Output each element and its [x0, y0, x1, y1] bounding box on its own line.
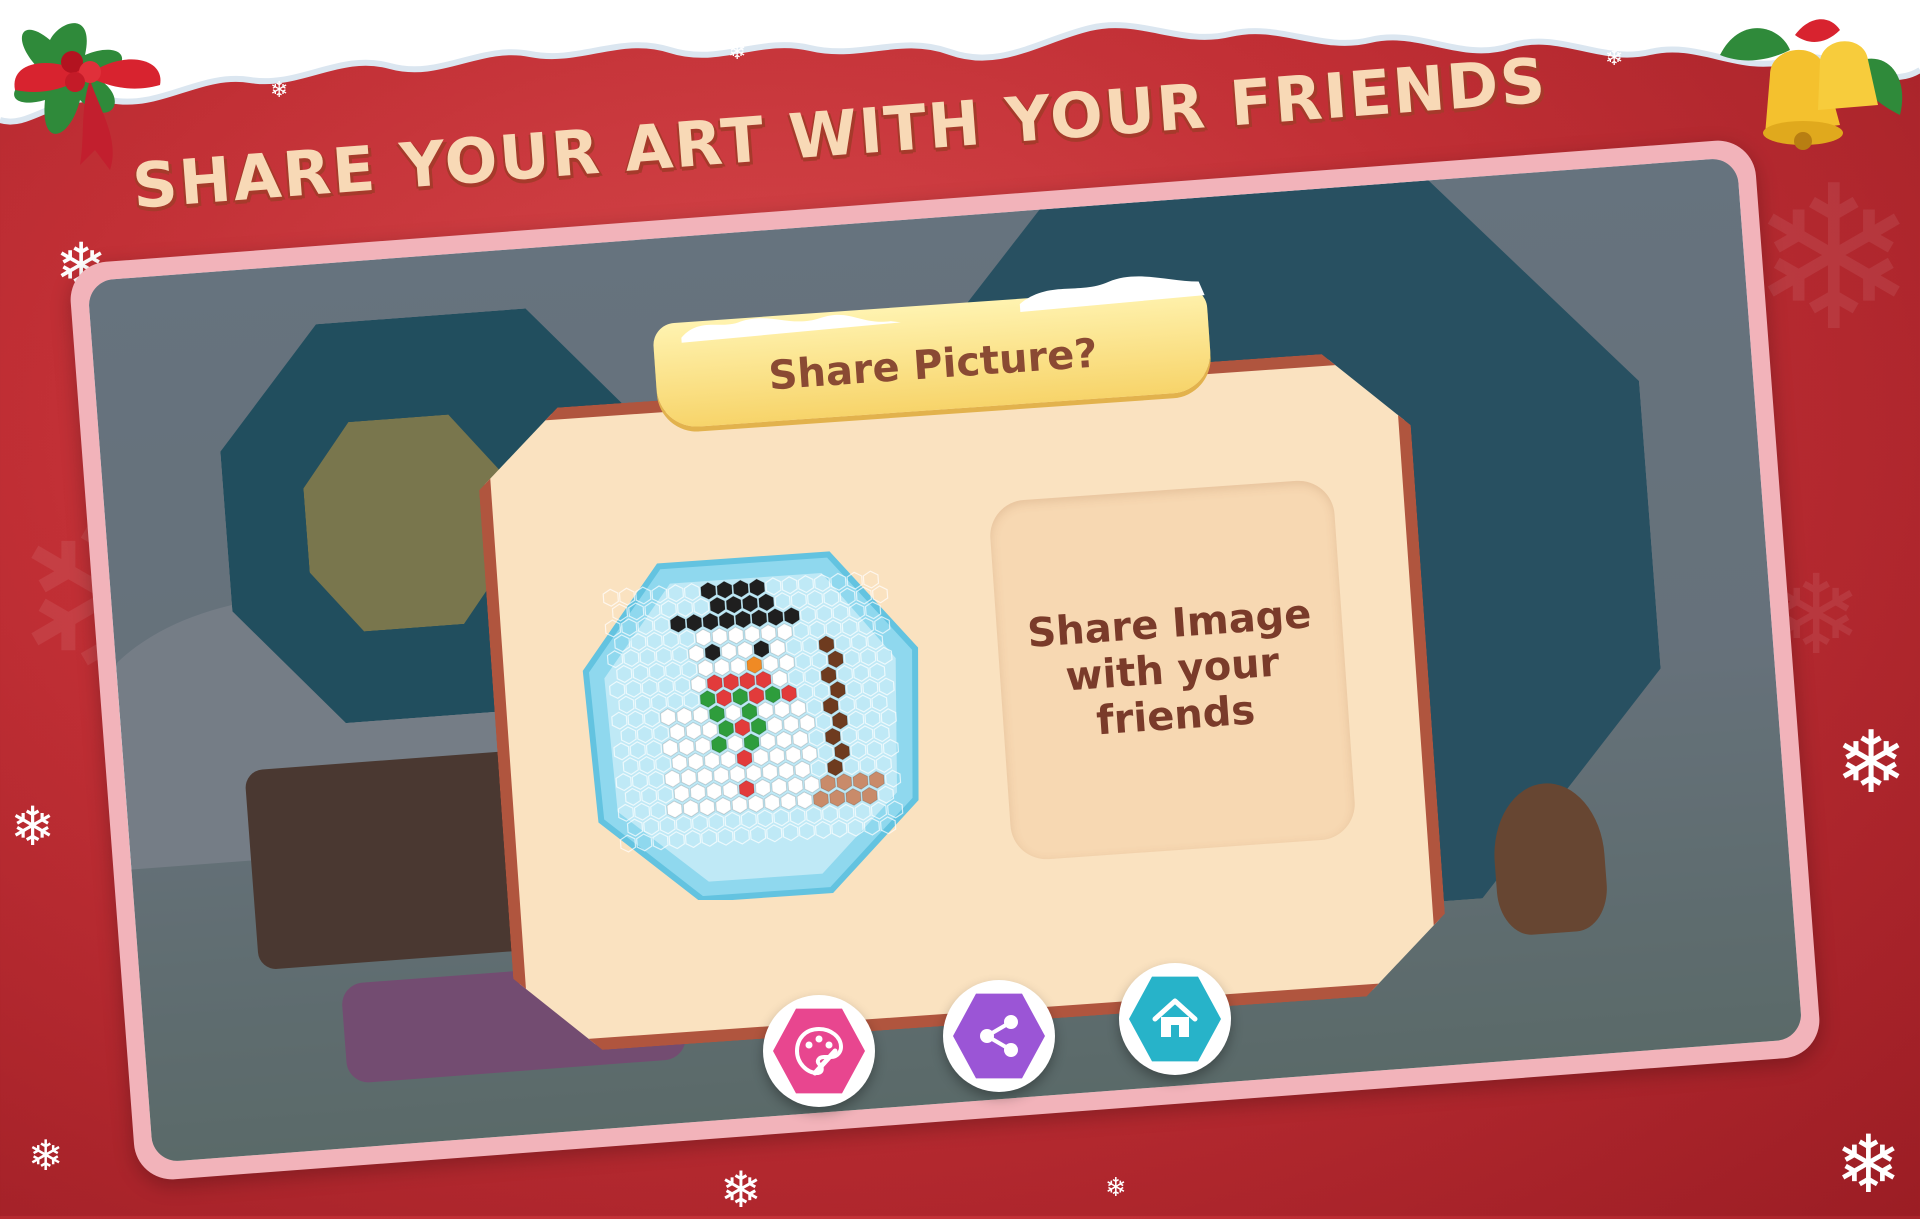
- share-dialog: Share Image with your friends Share Pict…: [0, 0, 1920, 1216]
- share-icon: [953, 993, 1045, 1079]
- share-text: Share Image with your friends: [1025, 591, 1313, 745]
- palette-brush-icon: [773, 1008, 865, 1094]
- share-text-panel[interactable]: Share Image with your friends: [987, 478, 1358, 862]
- empty-peg: [862, 570, 880, 589]
- snowman-bead-art-preview: [582, 551, 919, 900]
- share-button[interactable]: [943, 980, 1055, 1092]
- paint-button[interactable]: [763, 995, 875, 1107]
- home-icon: [1129, 976, 1221, 1062]
- empty-peg: [602, 588, 619, 607]
- home-button[interactable]: [1119, 963, 1231, 1075]
